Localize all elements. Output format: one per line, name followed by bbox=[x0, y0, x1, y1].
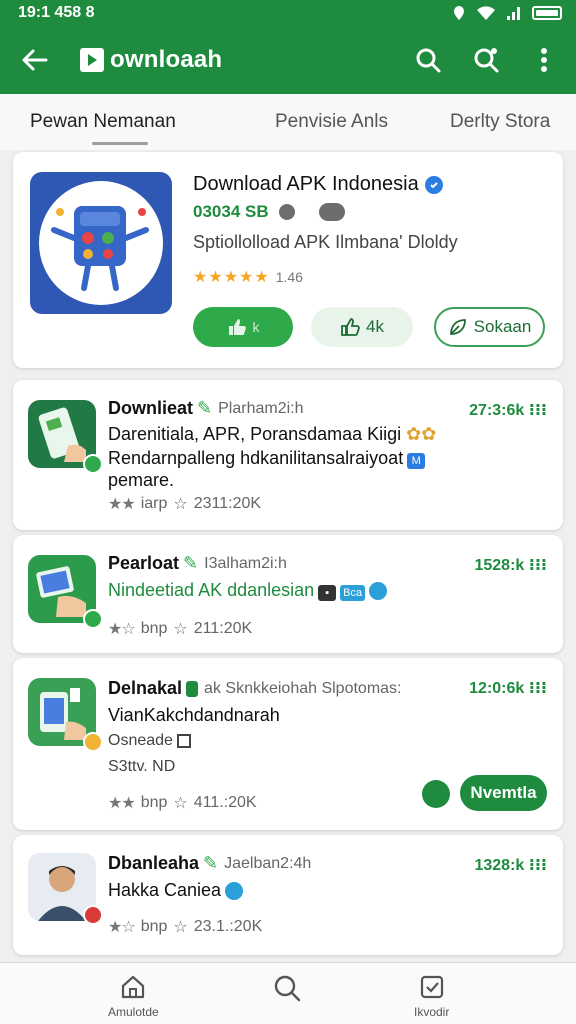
item-line-3: S3ttv. ND bbox=[108, 758, 176, 775]
item-line-2: Osneade bbox=[108, 732, 192, 750]
more-button[interactable] bbox=[526, 42, 562, 78]
stars-icon: ★★ bbox=[108, 496, 136, 513]
globe-icon bbox=[278, 204, 295, 220]
status-time: 19:1 458 8 bbox=[18, 4, 95, 21]
item-line-1: Nindeetiad AK ddanlesian ▪ Bca bbox=[108, 580, 388, 601]
status-bar: 19:1 458 8 bbox=[0, 0, 576, 26]
nav-search[interactable] bbox=[272, 973, 302, 1003]
search-button[interactable] bbox=[410, 42, 446, 78]
like-count-button[interactable]: 4k bbox=[311, 307, 413, 347]
tab-2[interactable]: Penvisie Anls bbox=[275, 111, 388, 133]
checklist-icon bbox=[420, 975, 443, 999]
app-title: ownloaah bbox=[110, 46, 223, 73]
stars-icon: ★★★★★ bbox=[193, 269, 270, 286]
item-line-2: Rendarnpalleng hdkanilitansalraiyoat M bbox=[108, 448, 426, 469]
tab-indicator bbox=[92, 142, 148, 145]
item-line-3: pemare. bbox=[108, 470, 175, 490]
leaf-icon bbox=[449, 319, 466, 335]
list-item[interactable]: Downlieat ✎ Plarham2i:h 27:3:6k ⁝⁝⁝ Dare… bbox=[13, 380, 563, 530]
star-badge-icon bbox=[83, 732, 103, 752]
verified-icon bbox=[83, 609, 103, 629]
item-time: 1528:k ⁝⁝⁝ bbox=[474, 557, 547, 574]
item-rating: ★☆ bnp ☆ 23.1.:20K bbox=[108, 918, 263, 936]
list-item[interactable]: Delnakal ak Sknkkeiohah Slpotomas: 12:0:… bbox=[13, 658, 563, 830]
item-title: Pearloat ✎ I3alham2i:h bbox=[108, 553, 287, 573]
nav-tasks[interactable]: Ikvodir bbox=[414, 973, 449, 1019]
wifi-icon bbox=[477, 6, 495, 20]
item-line-1: Hakka Caniea bbox=[108, 880, 244, 901]
share-search-icon bbox=[474, 48, 499, 73]
item-time: 27:3:6k ⁝⁝⁝ bbox=[469, 402, 547, 419]
share-button[interactable] bbox=[468, 42, 504, 78]
item-line-1: VianKakchdandnarah bbox=[108, 705, 280, 725]
back-button[interactable] bbox=[18, 43, 52, 77]
item-title: Downlieat ✎ Plarham2i:h bbox=[108, 398, 304, 418]
more-vert-icon bbox=[541, 48, 547, 72]
battery-icon bbox=[532, 6, 562, 20]
play-icon bbox=[80, 48, 104, 72]
item-rating: ★☆ bnp ☆ 211:20K bbox=[108, 620, 253, 638]
item-time: 1328:k ⁝⁝⁝ bbox=[474, 857, 547, 874]
featured-rating: ★★★★★ 1.46 bbox=[193, 269, 303, 286]
item-rating: ★★ iarp ☆ 2311:20K bbox=[108, 495, 262, 513]
featured-meta: 03034 SB bbox=[193, 202, 345, 222]
tab-bar: Pewan Nemanan Penvisie Anls Derlty Stora bbox=[0, 94, 576, 150]
item-time: 12:0:6k ⁝⁝⁝ bbox=[469, 680, 547, 697]
signal-icon bbox=[507, 7, 520, 20]
app-logo: ownloaah bbox=[80, 46, 222, 74]
verified-icon bbox=[83, 454, 103, 474]
search-icon bbox=[274, 975, 301, 1002]
featured-app-image bbox=[30, 172, 172, 314]
item-title: Dbanleaha ✎ Jaelban2:4h bbox=[108, 853, 312, 873]
thumbs-up-outline-icon bbox=[341, 318, 360, 336]
list-item[interactable]: Pearloat ✎ I3alham2i:h 1528:k ⁝⁝⁝ Nindee… bbox=[13, 535, 563, 653]
like-button[interactable]: k bbox=[193, 307, 293, 347]
stars-icon: ★☆ bbox=[108, 621, 136, 638]
tab-3[interactable]: Derlty Stora bbox=[450, 111, 550, 133]
share-pill-button[interactable]: Sokaan bbox=[434, 307, 545, 347]
tab-1[interactable]: Pewan Nemanan bbox=[30, 111, 176, 133]
app-bar: ownloaah bbox=[0, 26, 576, 94]
status-icons bbox=[452, 5, 562, 21]
nav-home[interactable]: Amulotde bbox=[108, 973, 159, 1019]
verified-icon bbox=[424, 175, 443, 194]
app-actions bbox=[410, 42, 562, 78]
home-icon bbox=[122, 975, 145, 999]
list-item[interactable]: Dbanleaha ✎ Jaelban2:4h 1328:k ⁝⁝⁝ Hakka… bbox=[13, 835, 563, 955]
arrow-left-icon bbox=[22, 49, 48, 71]
bottom-nav: Amulotde Ikvodir bbox=[0, 962, 576, 1024]
stars-icon: ★☆ bbox=[108, 919, 136, 936]
stars-icon: ★★ bbox=[108, 795, 136, 812]
action-button[interactable]: Nvemtla bbox=[460, 775, 547, 811]
thumbs-up-icon bbox=[228, 319, 246, 335]
item-rating: ★★ bnp ☆ 411.:20K bbox=[108, 794, 257, 812]
item-title: Delnakal ak Sknkkeiohah Slpotomas: bbox=[108, 678, 402, 698]
featured-title: Download APK Indonesia bbox=[193, 173, 443, 196]
item-line-1: Darenitiala, APR, Poransdamaa Kiigi ✿✿ bbox=[108, 424, 437, 444]
badge-icon bbox=[83, 905, 103, 925]
search-icon bbox=[416, 48, 441, 73]
region-icon bbox=[318, 203, 345, 221]
message-icon[interactable] bbox=[422, 780, 450, 808]
featured-description: Sptiollolload APK Ilmbana' Dloldy bbox=[193, 232, 458, 252]
featured-card[interactable]: Download APK Indonesia 03034 SB Sptiollo… bbox=[13, 152, 563, 368]
location-icon bbox=[454, 6, 464, 20]
